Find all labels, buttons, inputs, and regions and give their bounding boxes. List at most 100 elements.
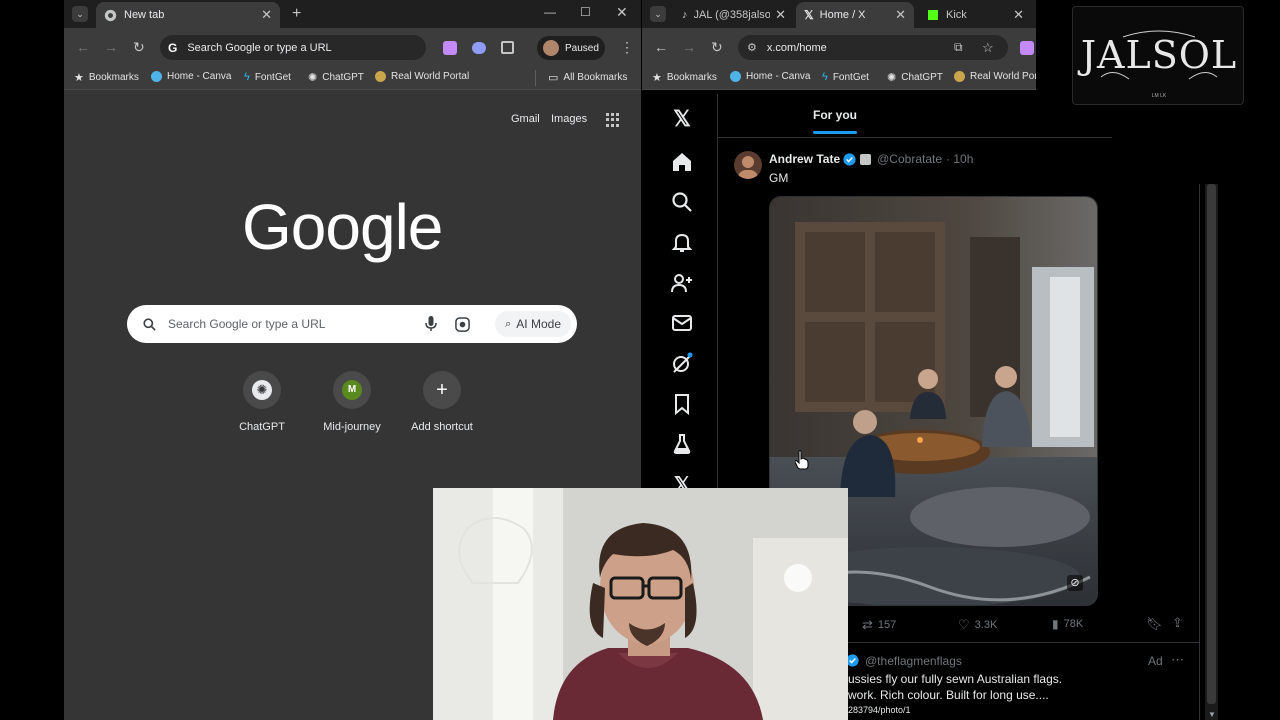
ad-label: Ad <box>1148 654 1163 668</box>
bookmark-canva[interactable]: Home - Canva <box>730 71 810 82</box>
reload-icon[interactable]: ↻ <box>711 40 723 54</box>
bookmarks-bar-right: ★ Bookmarks Home - Canva ϟ FontGet ✺ ChatGP… <box>642 66 1036 90</box>
more-options-icon[interactable]: ⋯ <box>1171 652 1184 668</box>
extensions-puzzle-icon[interactable] <box>501 41 514 54</box>
all-bookmarks[interactable]: ▭ All Bookmarks <box>548 71 627 84</box>
post-time[interactable]: · 10h <box>946 152 973 166</box>
bell-icon[interactable] <box>670 230 694 254</box>
reload-icon[interactable]: ↻ <box>133 40 145 54</box>
shortcut-midjourney[interactable]: M Mid-journey <box>307 371 397 433</box>
views-button[interactable]: ▮ 78K <box>1052 617 1083 631</box>
home-icon[interactable] <box>670 150 694 174</box>
tab-strip-right: ⌄ ♪ JAL (@358jalsol ✕ 𝕏 Home / X ✕ Kick … <box>642 0 1036 28</box>
close-tab-icon[interactable]: ✕ <box>1013 7 1024 23</box>
scroll-down-arrow-icon[interactable]: ▼ <box>1208 710 1216 719</box>
shortcut-add[interactable]: + Add shortcut <box>397 371 487 433</box>
retweet-button[interactable]: ⇄ 157 <box>862 617 896 633</box>
address-bar[interactable]: G Search Google or type a URL <box>160 35 426 60</box>
back-icon[interactable]: ← <box>654 40 668 54</box>
gmail-link[interactable]: Gmail <box>511 113 540 125</box>
flask-icon[interactable] <box>670 432 694 456</box>
bolt-icon: ϟ <box>244 71 250 83</box>
new-tab-button[interactable]: + <box>292 6 301 22</box>
tiktok-icon: ♪ <box>682 9 688 21</box>
ai-search-icon: ⌕ <box>505 317 512 330</box>
x-logo-icon[interactable]: 𝕏 <box>670 106 694 131</box>
shortcut-chatgpt[interactable]: ✺ ChatGPT <box>217 371 307 433</box>
share-icon[interactable]: ⇪ <box>1172 615 1183 631</box>
close-tab-icon[interactable]: ✕ <box>261 7 272 23</box>
extension-canva-icon[interactable] <box>443 41 457 55</box>
image-edit-icon[interactable]: ⊘ <box>1067 575 1083 591</box>
maximize-icon[interactable]: ☐ <box>580 6 591 18</box>
ntp-search-box[interactable]: Search Google or type a URL ⌕ AI Mode <box>127 305 577 343</box>
address-bar[interactable]: ⚙ x.com/home ⧉ ☆ <box>738 35 1008 60</box>
x-logo-icon: 𝕏 <box>804 8 814 22</box>
bookmark-star-icon[interactable]: ☆ <box>982 40 994 56</box>
active-tab-indicator <box>813 131 857 134</box>
tab-tiktok[interactable]: ♪ JAL (@358jalsol ✕ <box>674 4 794 26</box>
like-button[interactable]: ♡ 3.3K <box>958 617 997 633</box>
apps-grid-icon[interactable] <box>606 113 620 127</box>
mic-icon[interactable] <box>425 316 437 332</box>
chrome-icon <box>104 9 117 21</box>
images-link[interactable]: Images <box>551 113 587 125</box>
bookmark-fontget[interactable]: ϟ FontGet <box>822 71 869 83</box>
tab-search-button[interactable]: ⌄ <box>72 6 88 22</box>
close-tab-icon[interactable]: ✕ <box>895 7 906 23</box>
bookmark-fontget[interactable]: ϟ FontGet <box>244 71 291 83</box>
bookmark-chatgpt[interactable]: ✺ ChatGPT <box>887 71 943 84</box>
tab-new-tab[interactable]: New tab ✕ <box>96 2 280 28</box>
author-avatar[interactable] <box>734 151 762 179</box>
author-name[interactable]: Andrew Tate <box>769 152 840 166</box>
minimize-icon[interactable]: — <box>544 6 556 18</box>
ad-handle[interactable]: @theflagmenflags <box>865 654 962 668</box>
tab-search-button[interactable]: ⌄ <box>650 6 666 22</box>
close-tab-icon[interactable]: ✕ <box>775 7 786 23</box>
bookmark-post-icon[interactable]: 🔖︎ <box>1146 616 1163 632</box>
extension-cloud-icon[interactable] <box>472 42 486 54</box>
bookmark-real-world-portal[interactable]: Real World Portal <box>375 71 469 82</box>
back-icon[interactable]: ← <box>76 40 90 54</box>
install-app-icon[interactable]: ⧉ <box>954 40 963 55</box>
tab-title: New tab <box>124 9 165 21</box>
forward-icon[interactable]: → <box>104 40 118 54</box>
mail-icon[interactable] <box>670 311 694 335</box>
bookmark-icon[interactable] <box>670 392 694 416</box>
scrollbar-thumb[interactable] <box>1207 184 1216 704</box>
site-info-icon[interactable]: ⚙ <box>747 41 757 54</box>
canva-icon <box>730 71 741 82</box>
profile-status: Paused <box>565 42 599 54</box>
grok-icon[interactable] <box>670 351 694 375</box>
menu-kebab-icon[interactable]: ⋮ <box>620 40 634 54</box>
retweet-icon: ⇄ <box>862 617 873 632</box>
search-icon[interactable] <box>670 190 694 214</box>
bookmark-real-world-portal[interactable]: Real World Port <box>954 71 1036 82</box>
webcam-feed <box>433 488 848 720</box>
tab-home-x[interactable]: 𝕏 Home / X ✕ <box>796 2 914 28</box>
stream-logo-overlay: JALSOL LM LK <box>1072 6 1244 105</box>
post-text: GM <box>769 171 789 185</box>
follow-icon[interactable] <box>670 271 694 295</box>
bookmark-canva[interactable]: Home - Canva <box>151 71 231 82</box>
bookmark-bookmarks[interactable]: ★ Bookmarks <box>652 71 717 84</box>
tab-kick[interactable]: Kick ✕ <box>920 4 1032 26</box>
tab-for-you[interactable]: For you <box>813 108 857 122</box>
openai-icon: ✺ <box>308 72 318 84</box>
logo-ornament <box>1100 30 1218 80</box>
scrollbar[interactable]: ▼ <box>1205 184 1218 720</box>
extension-canva-icon[interactable] <box>1020 41 1034 55</box>
close-window-icon[interactable]: ✕ <box>616 5 628 19</box>
ai-mode-button[interactable]: ⌕ AI Mode <box>495 311 571 337</box>
lens-icon[interactable] <box>455 317 470 332</box>
portal-icon <box>954 71 965 82</box>
author-handle[interactable]: @Cobratate <box>877 152 942 166</box>
ad-text-line1: ussies fly our fully sewn Australian fla… <box>848 672 1063 686</box>
bookmark-bookmarks[interactable]: ★ Bookmarks <box>74 71 139 84</box>
chatgpt-icon: ✺ <box>243 371 281 409</box>
hand-cursor-icon <box>795 450 809 470</box>
google-logo: Google <box>242 191 443 263</box>
forward-icon[interactable]: → <box>682 40 696 54</box>
bookmark-chatgpt[interactable]: ✺ ChatGPT <box>308 71 364 84</box>
profile-button[interactable]: Paused <box>537 36 605 60</box>
